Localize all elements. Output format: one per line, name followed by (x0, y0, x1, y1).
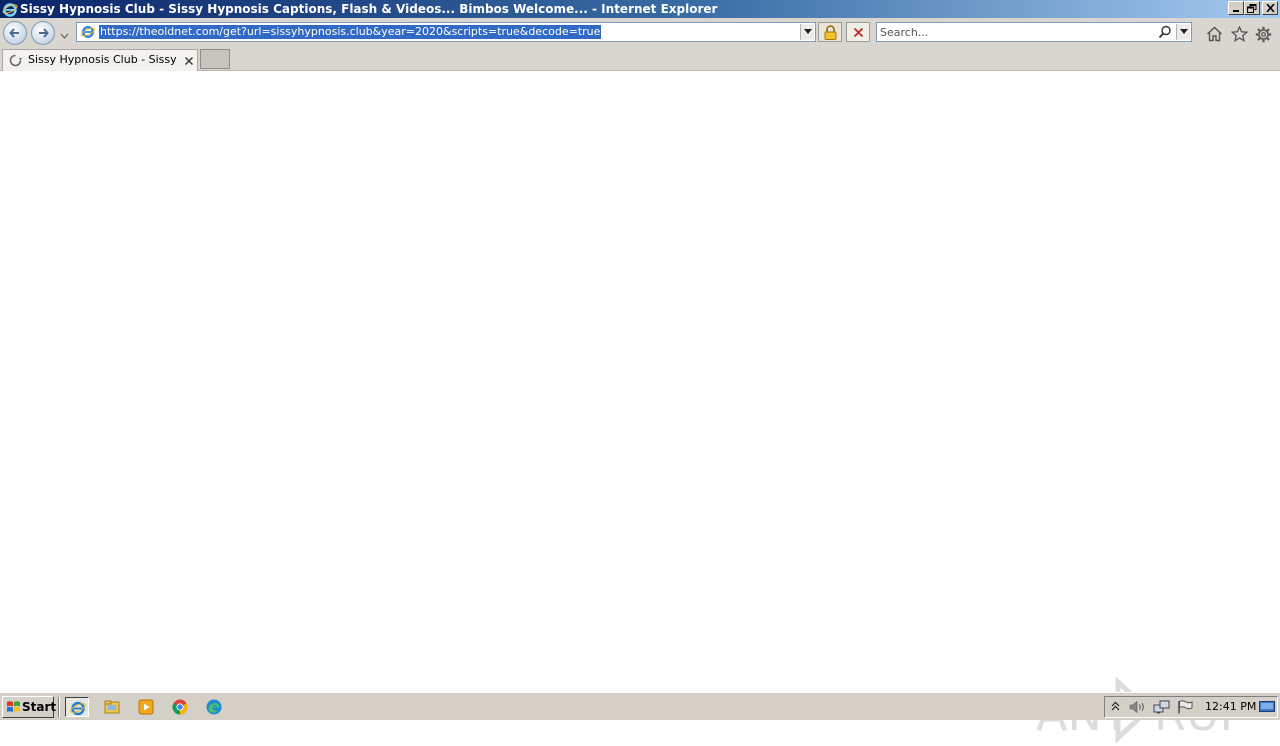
tab-title: Sissy Hypnosis Club - Sissy H... (28, 53, 178, 66)
navigation-bar: https://theoldnet.com/get?url=sissyhypno… (0, 18, 1280, 48)
search-provider-dropdown[interactable] (1176, 24, 1190, 40)
chrome-icon (172, 699, 188, 715)
gear-icon[interactable] (1255, 26, 1272, 46)
forward-arrow-icon (39, 28, 49, 38)
taskbar-media-player[interactable] (134, 697, 158, 717)
search-box[interactable] (876, 22, 1192, 42)
favorites-star-icon[interactable] (1230, 25, 1249, 45)
close-icon (1265, 4, 1275, 12)
action-center-flag-icon[interactable] (1177, 700, 1193, 717)
new-tab-button[interactable] (200, 49, 230, 69)
minimize-icon (1233, 10, 1239, 12)
recent-pages-dropdown[interactable] (60, 28, 69, 42)
page-content[interactable]: ANY RUN (0, 71, 1280, 744)
taskbar-internet-explorer[interactable] (65, 697, 89, 717)
stop-x-icon (853, 27, 864, 38)
internet-explorer-icon (2, 1, 18, 17)
tab-bar: Sissy Hypnosis Club - Sissy H... (0, 48, 1280, 71)
close-button[interactable] (1262, 1, 1278, 15)
address-url-text[interactable]: https://theoldnet.com/get?url=sissyhypno… (99, 25, 602, 39)
volume-icon[interactable] (1129, 700, 1147, 717)
forward-button[interactable] (31, 21, 55, 45)
tab-active[interactable]: Sissy Hypnosis Club - Sissy H... (2, 49, 198, 71)
restore-icon (1247, 3, 1257, 13)
taskbar-file-explorer[interactable] (100, 697, 124, 717)
home-icon[interactable] (1206, 26, 1223, 45)
edge-icon (206, 699, 222, 715)
page-favicon-icon (80, 25, 96, 39)
taskbar-separator (58, 697, 60, 717)
security-report-button[interactable] (818, 22, 842, 42)
folder-icon (104, 700, 120, 714)
minimize-button[interactable] (1228, 1, 1244, 15)
window-titlebar[interactable]: Sissy Hypnosis Club - Sissy Hypnosis Cap… (0, 0, 1280, 18)
windows-logo-icon (6, 700, 21, 717)
media-player-icon (138, 699, 154, 715)
network-icon[interactable] (1153, 700, 1171, 717)
lock-icon (824, 25, 837, 40)
stop-button[interactable] (846, 22, 870, 42)
tab-close-icon[interactable] (184, 55, 194, 65)
taskbar: Start 12:41 PM (0, 692, 1280, 720)
search-input[interactable] (880, 24, 1150, 40)
system-tray: 12:41 PM (1104, 696, 1278, 718)
back-arrow-icon (9, 28, 19, 38)
back-button[interactable] (3, 21, 27, 45)
start-label: Start (22, 700, 57, 714)
loading-spinner-icon (9, 54, 22, 70)
show-hidden-icons-chevron-icon[interactable] (1111, 700, 1120, 717)
window-title: Sissy Hypnosis Club - Sissy Hypnosis Cap… (20, 2, 718, 16)
internet-explorer-icon (70, 701, 86, 716)
address-bar[interactable]: https://theoldnet.com/get?url=sissyhypno… (76, 22, 816, 42)
start-button[interactable]: Start (2, 696, 57, 718)
chevron-down-icon (804, 29, 812, 34)
search-icon[interactable] (1158, 25, 1172, 42)
taskbar-edge[interactable] (202, 697, 226, 717)
address-dropdown-button[interactable] (800, 24, 814, 40)
show-desktop-icon[interactable] (1259, 701, 1275, 716)
taskbar-clock[interactable]: 12:41 PM (1205, 700, 1256, 714)
restore-button[interactable] (1244, 1, 1260, 15)
chevron-down-icon (1180, 29, 1188, 34)
taskbar-chrome[interactable] (168, 697, 192, 717)
chevron-down-icon (60, 33, 69, 39)
